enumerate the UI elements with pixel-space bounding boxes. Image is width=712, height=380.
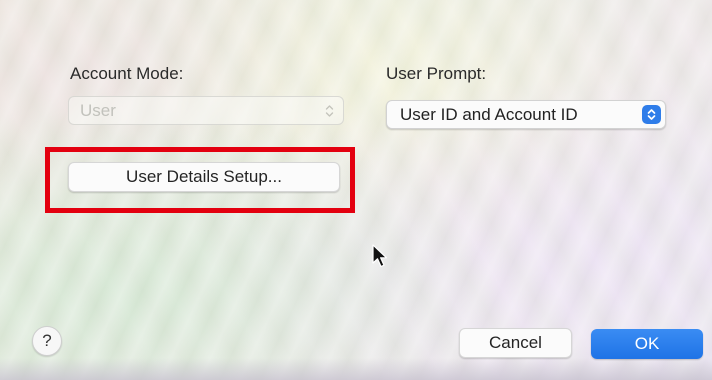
user-prompt-value: User ID and Account ID — [400, 104, 578, 124]
account-mode-label: Account Mode: — [70, 64, 184, 83]
user-prompt-label: User Prompt: — [386, 64, 487, 83]
bottom-edge — [0, 358, 712, 380]
help-button[interactable]: ? — [32, 326, 62, 356]
up-down-chevron-icon — [642, 105, 661, 124]
highlight-annotation-box — [45, 147, 355, 213]
ok-button[interactable]: OK — [591, 329, 703, 359]
user-prompt-popup[interactable]: User ID and Account ID — [386, 100, 666, 129]
mouse-pointer-icon — [372, 244, 388, 268]
account-mode-value: User — [80, 100, 116, 120]
up-down-chevron-icon — [325, 105, 334, 117]
dialog-window: Account Mode: User User Prompt: User ID … — [0, 0, 712, 380]
cancel-button[interactable]: Cancel — [459, 328, 572, 358]
account-mode-popup[interactable]: User — [68, 96, 344, 125]
